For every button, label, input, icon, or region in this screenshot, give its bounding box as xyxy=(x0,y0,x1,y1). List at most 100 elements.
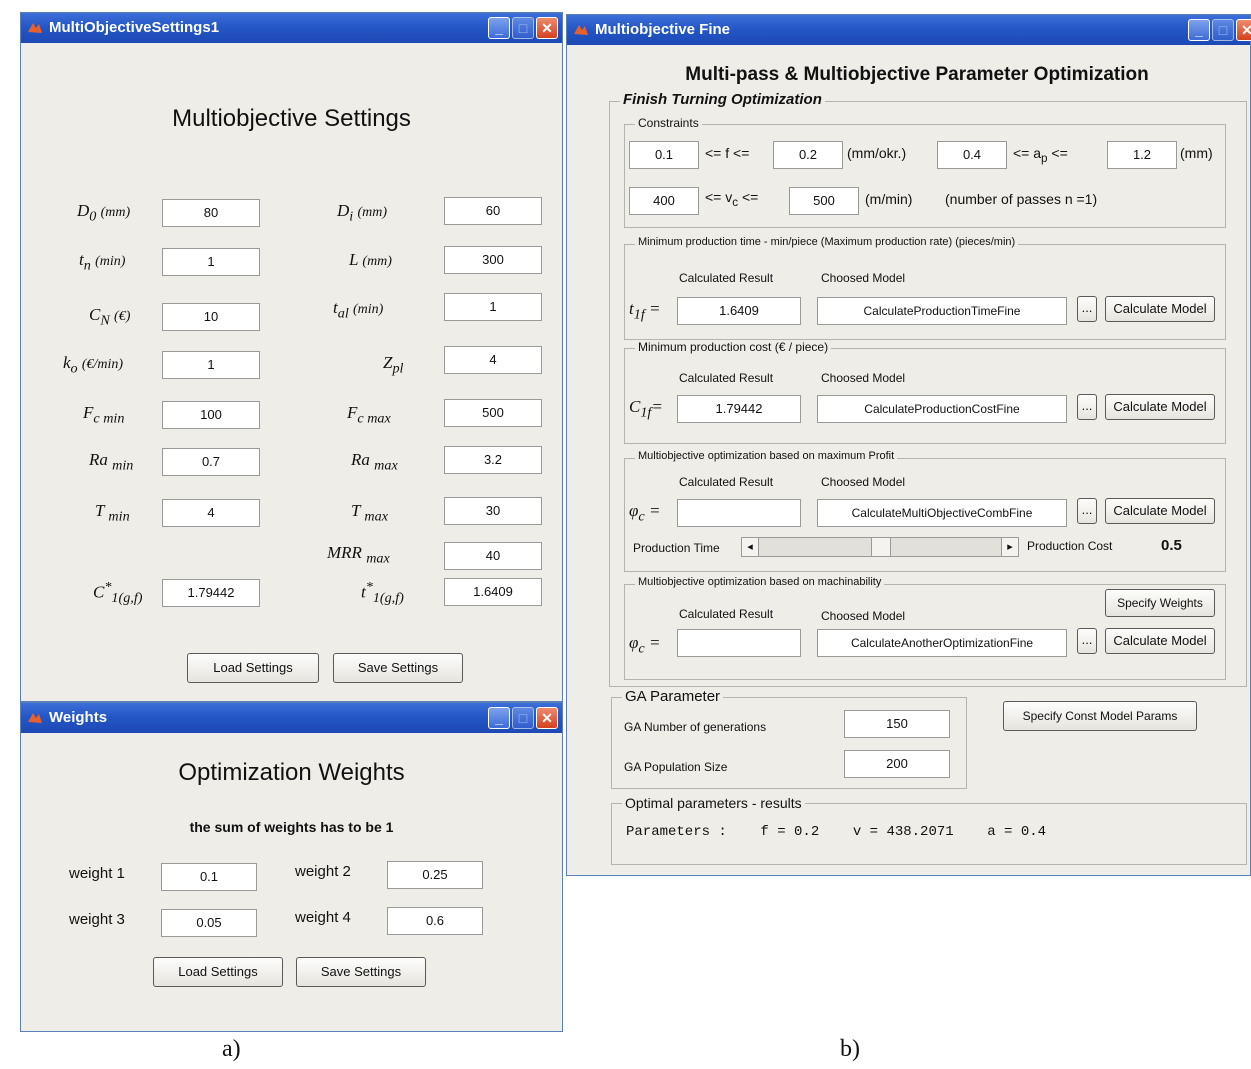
ap-max-field[interactable]: 1.2 xyxy=(1107,141,1177,169)
profit-calculate-model-button[interactable]: Calculate Model xyxy=(1105,498,1215,524)
l-field[interactable]: 300 xyxy=(444,246,542,274)
production-time-title: Minimum production time - min/piece (Max… xyxy=(635,236,1019,248)
ap-min-field[interactable]: 0.4 xyxy=(937,141,1007,169)
tn-field[interactable]: 1 xyxy=(162,248,260,276)
di-field[interactable]: 60 xyxy=(444,197,542,225)
fine-titlebar[interactable]: Multiobjective Fine _ □ ✕ xyxy=(567,15,1251,45)
maximize-button[interactable]: □ xyxy=(1212,19,1234,41)
ga-parameter-group: GA Parameter GA Number of generations 15… xyxy=(611,688,967,789)
results-title: Optimal parameters - results xyxy=(622,795,805,811)
machinability-title: Multiobjective optimization based on mac… xyxy=(635,576,885,588)
tmax-label: T max xyxy=(351,501,388,525)
ko-field[interactable]: 1 xyxy=(162,351,260,379)
weight-slider[interactable]: ◂ ▸ xyxy=(741,537,1019,557)
close-button[interactable]: ✕ xyxy=(1236,19,1251,41)
ramax-field[interactable]: 3.2 xyxy=(444,446,542,474)
cost-model-field[interactable]: CalculateProductionCostFine xyxy=(817,395,1067,423)
fcmax-label: Fc max xyxy=(347,403,391,427)
weights-load-settings-button[interactable]: Load Settings xyxy=(153,957,283,987)
d0-label: D0 (mm) xyxy=(77,201,131,225)
f-min-field[interactable]: 0.1 xyxy=(629,141,699,169)
load-settings-button[interactable]: Load Settings xyxy=(187,653,319,683)
profit-group: Multiobjective optimization based on max… xyxy=(624,450,1226,572)
production-time-group: Minimum production time - min/piece (Max… xyxy=(624,236,1226,340)
profit-browse-button[interactable]: ... xyxy=(1077,498,1097,524)
cost-calculate-model-button[interactable]: Calculate Model xyxy=(1105,394,1215,420)
ga-generations-label: GA Number of generations xyxy=(624,720,767,734)
ga-generations-field[interactable]: 150 xyxy=(844,710,950,738)
mach-browse-button[interactable]: ... xyxy=(1077,628,1097,654)
profit-title: Multiobjective optimization based on max… xyxy=(635,450,898,462)
fcmax-field[interactable]: 500 xyxy=(444,399,542,427)
mach-model-field[interactable]: CalculateAnotherOptimizationFine xyxy=(817,629,1067,657)
minimize-button[interactable]: _ xyxy=(1188,19,1210,41)
d0-field[interactable]: 80 xyxy=(162,199,260,227)
weight-2-field[interactable]: 0.25 xyxy=(387,861,483,889)
f-constraint-label: <= f <= xyxy=(705,145,750,161)
specify-const-model-params-button[interactable]: Specify Const Model Params xyxy=(1003,701,1197,731)
cost-result-field[interactable]: 1.79442 xyxy=(677,395,801,423)
t1-field[interactable]: 1.6409 xyxy=(444,578,542,606)
time-model-header: Choosed Model xyxy=(821,271,906,285)
ramax-label: Ra max xyxy=(351,450,398,474)
di-label: Di (mm) xyxy=(337,201,388,225)
c1-field[interactable]: 1.79442 xyxy=(162,579,260,607)
slider-left-arrow[interactable]: ◂ xyxy=(742,538,759,556)
cn-field[interactable]: 10 xyxy=(162,303,260,331)
weight-2-label: weight 2 xyxy=(295,863,351,880)
settings-titlebar[interactable]: MultiObjectiveSettings1 _ □ ✕ xyxy=(21,13,562,43)
tal-label: tal (min) xyxy=(333,298,384,322)
ramin-field[interactable]: 0.7 xyxy=(162,448,260,476)
ga-population-field[interactable]: 200 xyxy=(844,750,950,778)
results-text: Parameters : f = 0.2 v = 438.2071 a = 0.… xyxy=(626,824,1047,840)
vc-max-field[interactable]: 500 xyxy=(789,187,859,215)
time-calculate-model-button[interactable]: Calculate Model xyxy=(1105,296,1215,322)
tmin-label: T min xyxy=(95,501,130,525)
slider-left-label: Production Time xyxy=(633,541,720,555)
time-browse-button[interactable]: ... xyxy=(1077,296,1097,322)
tmin-field[interactable]: 4 xyxy=(162,499,260,527)
save-settings-button[interactable]: Save Settings xyxy=(333,653,463,683)
weights-titlebar[interactable]: Weights _ □ ✕ xyxy=(21,703,562,733)
weight-4-field[interactable]: 0.6 xyxy=(387,907,483,935)
fine-window: Multiobjective Fine _ □ ✕ Multi-pass & M… xyxy=(566,14,1251,876)
minimize-button[interactable]: _ xyxy=(488,707,510,729)
close-button[interactable]: ✕ xyxy=(536,17,558,39)
weights-note: the sum of weights has to be 1 xyxy=(189,819,394,835)
constraints-title: Constraints xyxy=(635,116,702,130)
mach-result-field[interactable] xyxy=(677,629,801,657)
weight-3-label: weight 3 xyxy=(69,911,125,928)
time-result-field[interactable]: 1.6409 xyxy=(677,297,801,325)
mrrmax-field[interactable]: 40 xyxy=(444,542,542,570)
weights-heading: Optimization Weights xyxy=(178,759,405,786)
weight-3-field[interactable]: 0.05 xyxy=(161,909,257,937)
mach-calculate-model-button[interactable]: Calculate Model xyxy=(1105,628,1215,654)
slider-thumb[interactable] xyxy=(871,538,891,556)
profit-model-field[interactable]: CalculateMultiObjectiveCombFine xyxy=(817,499,1067,527)
maximize-button[interactable]: □ xyxy=(512,707,534,729)
ap-unit-label: (mm) xyxy=(1180,145,1213,161)
close-button[interactable]: ✕ xyxy=(536,707,558,729)
maximize-button[interactable]: □ xyxy=(512,17,534,39)
passes-label: (number of passes n =1) xyxy=(945,191,1098,207)
profit-result-field[interactable] xyxy=(677,499,801,527)
vc-min-field[interactable]: 400 xyxy=(629,187,699,215)
fcmin-field[interactable]: 100 xyxy=(162,401,260,429)
weights-window: Weights _ □ ✕ Optimization Weights the s… xyxy=(20,702,563,1032)
weight-1-field[interactable]: 0.1 xyxy=(161,863,257,891)
time-model-field[interactable]: CalculateProductionTimeFine xyxy=(817,297,1067,325)
specify-weights-button[interactable]: Specify Weights xyxy=(1105,589,1215,617)
slider-right-label: Production Cost xyxy=(1027,539,1113,553)
settings-heading: Multiobjective Settings xyxy=(172,105,411,132)
slider-right-arrow[interactable]: ▸ xyxy=(1001,538,1018,556)
cost-browse-button[interactable]: ... xyxy=(1077,394,1097,420)
f-max-field[interactable]: 0.2 xyxy=(773,141,843,169)
vc-unit-label: (m/min) xyxy=(865,191,913,207)
profit-result-header: Calculated Result xyxy=(679,475,774,489)
tal-field[interactable]: 1 xyxy=(444,293,542,321)
minimize-button[interactable]: _ xyxy=(488,17,510,39)
tmax-field[interactable]: 30 xyxy=(444,497,542,525)
t1-label: t*1(g,f) xyxy=(361,579,404,607)
zpl-field[interactable]: 4 xyxy=(444,346,542,374)
weights-save-settings-button[interactable]: Save Settings xyxy=(296,957,426,987)
